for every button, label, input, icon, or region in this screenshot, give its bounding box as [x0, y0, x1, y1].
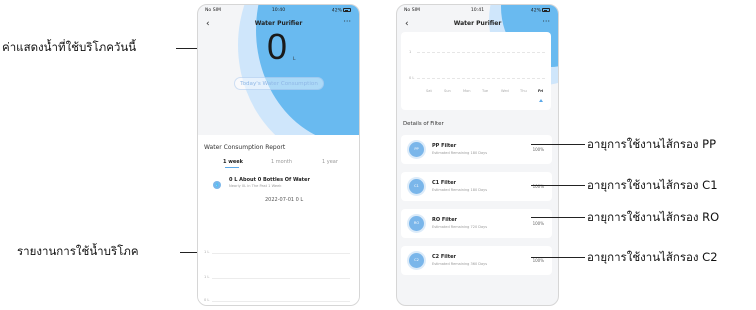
- gridline: [417, 52, 545, 53]
- filter-name: C1 Filter: [432, 180, 456, 186]
- filter-icon: C1: [409, 179, 424, 194]
- filter-remaining: Estimated Remaining 720 Days: [432, 225, 488, 229]
- gridline: [212, 301, 350, 302]
- annotation-c2-filter: อายุการใช้งานไส้กรอง C2: [587, 250, 718, 264]
- annotation-pp-filter: อายุการใช้งานไส้กรอง PP: [587, 137, 717, 151]
- filter-card-ro[interactable]: RO RO Filter Estimated Remaining 720 Day…: [401, 209, 552, 238]
- battery-percent: 42%: [331, 8, 342, 14]
- nav-bar: ‹ Water Purifier ···: [397, 16, 558, 30]
- today-value: 0: [267, 26, 288, 67]
- today-unit: L: [293, 57, 296, 62]
- nav-bar: ‹ Water Purifier ···: [198, 16, 359, 30]
- tab-1-week[interactable]: 1 week: [223, 159, 243, 165]
- annotation-line: [531, 217, 585, 218]
- page-title: Water Purifier: [254, 20, 303, 27]
- annotation-ro-filter: อายุการใช้งานไส้กรอง RO: [587, 210, 720, 224]
- day-label[interactable]: Wed: [501, 89, 509, 93]
- filter-name: PP Filter: [432, 143, 457, 149]
- filter-icon: PP: [409, 142, 424, 157]
- day-label[interactable]: Thu: [520, 89, 527, 93]
- filter-percent: 100%: [532, 147, 544, 152]
- filter-card-pp[interactable]: PP PP Filter Estimated Remaining 180 Day…: [401, 135, 552, 164]
- filter-card-c1[interactable]: C1 C1 Filter Estimated Remaining 180 Day…: [401, 172, 552, 201]
- report-title: Water Consumption Report: [204, 144, 286, 151]
- annotation-consumption-report: รายงานการใช้น้ำบริโภค: [17, 244, 139, 258]
- more-icon[interactable]: ···: [542, 16, 550, 28]
- y-tick-label: 1: [409, 50, 412, 54]
- filter-percent: 100%: [532, 221, 544, 226]
- day-label[interactable]: Tue: [482, 89, 488, 93]
- filter-remaining: Estimated Remaining 180 Days: [432, 151, 488, 155]
- selected-day-marker: [539, 99, 543, 102]
- gridline: [212, 278, 350, 279]
- consumption-report: Water Consumption Report 1 week 1 month …: [198, 135, 359, 305]
- annotation-line: [531, 144, 585, 145]
- filter-card-c2[interactable]: C2 C2 Filter Estimated Remaining 360 Day…: [401, 246, 552, 275]
- day-label[interactable]: Mon: [463, 89, 471, 93]
- tab-1-year[interactable]: 1 year: [322, 159, 338, 165]
- today-consumption-label: Today's Water Consumption: [234, 77, 324, 90]
- filter-percent: 100%: [532, 258, 544, 263]
- annotation-today-consumption: ค่าแสดงน้ำที่ใช้บริโภควันนี้: [2, 40, 137, 54]
- filter-name: C2 Filter: [432, 254, 456, 260]
- y-tick-label: 1 L: [204, 275, 210, 279]
- phone-screen-filters: No SIM 10:41 42% ‹ Water Purifier ··· 1 …: [396, 4, 559, 306]
- battery-percent: 42%: [530, 8, 541, 14]
- canvas: ค่าแสดงน้ำที่ใช้บริโภควันนี้ รายงานการใช…: [0, 0, 756, 310]
- status-bar: No SIM 10:41 42%: [397, 8, 558, 16]
- page-title: Water Purifier: [453, 20, 502, 27]
- status-bar: No SIM 10:40 42%: [198, 8, 359, 16]
- consumption-tooltip: 💧 0 L About 0 Bottles Of Water Nearly 0L…: [210, 175, 350, 203]
- battery: 42%: [531, 8, 550, 14]
- day-label[interactable]: Sat: [426, 89, 432, 93]
- filter-icon: RO: [409, 216, 424, 231]
- filter-icon: C2: [409, 253, 424, 268]
- battery: 42%: [332, 8, 351, 14]
- day-label-selected[interactable]: Fri: [538, 89, 543, 93]
- annotation-line: [531, 185, 585, 186]
- tooltip-main: 0 L About 0 Bottles Of Water: [229, 177, 310, 183]
- filter-name: RO Filter: [432, 217, 457, 223]
- more-icon[interactable]: ···: [343, 16, 351, 28]
- phone-screen-today: No SIM 10:40 42% ‹ Water Purifier ··· 0 …: [197, 4, 360, 306]
- filter-remaining: Estimated Remaining 180 Days: [432, 188, 488, 192]
- weekly-chart: 1 0 L Sat Sun Mon Tue Wed Thu Fri: [401, 32, 551, 110]
- water-drop-icon: 💧: [213, 181, 221, 189]
- gridline: [417, 78, 545, 79]
- filter-section-title: Details of Filter: [403, 121, 444, 127]
- annotation-c1-filter: อายุการใช้งานไส้กรอง C1: [587, 178, 718, 192]
- gridline: [212, 253, 350, 254]
- annotation-line: [531, 257, 585, 258]
- tooltip-date: 2022-07-01 0 L: [265, 197, 304, 203]
- battery-icon: [343, 8, 351, 12]
- y-tick-label: 0 L: [204, 298, 210, 302]
- y-tick-label: 0 L: [409, 76, 415, 80]
- battery-icon: [542, 8, 550, 12]
- day-label[interactable]: Sun: [444, 89, 451, 93]
- active-tab-indicator: [225, 167, 239, 169]
- tooltip-sub: Nearly 0L in The Past 1 Week: [229, 184, 282, 188]
- tab-1-month[interactable]: 1 month: [271, 159, 292, 165]
- filter-remaining: Estimated Remaining 360 Days: [432, 262, 488, 266]
- y-tick-label: 1 L: [204, 250, 210, 254]
